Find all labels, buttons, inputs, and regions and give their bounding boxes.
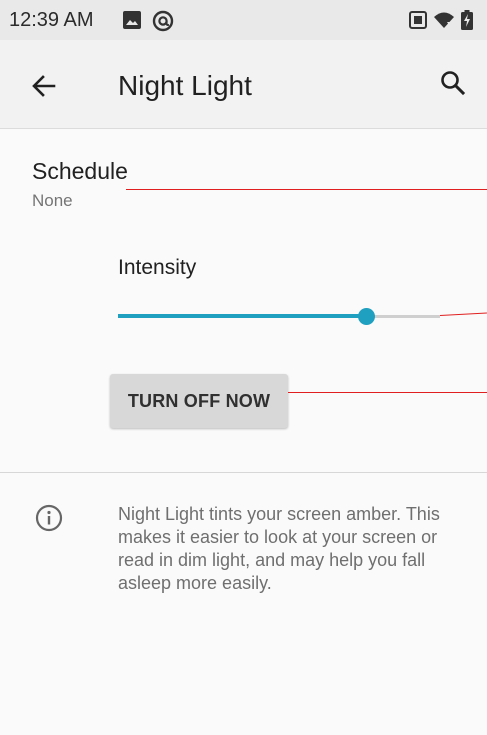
- divider: [0, 472, 487, 473]
- annotation-line: [126, 189, 487, 190]
- image-icon: [122, 10, 142, 35]
- page-title: Night Light: [118, 70, 252, 101]
- vibrate-icon: [408, 10, 428, 35]
- at-sign-icon: [152, 10, 174, 37]
- battery-charging-icon: [461, 10, 473, 35]
- status-bar: 12:39 AM: [0, 0, 487, 40]
- schedule-summary: None: [32, 191, 73, 210]
- intensity-slider[interactable]: [118, 303, 440, 329]
- slider-thumb[interactable]: [358, 308, 375, 325]
- annotation-line: [288, 392, 487, 393]
- arrow-back-icon[interactable]: [30, 72, 58, 100]
- wifi-icon: [433, 10, 455, 35]
- status-time: 12:39 AM: [9, 9, 94, 31]
- search-icon[interactable]: [438, 68, 468, 98]
- schedule-title: Schedule: [32, 158, 128, 184]
- turn-off-now-button[interactable]: TURN OFF NOW: [110, 374, 288, 428]
- slider-fill: [118, 314, 366, 318]
- footer-description: Night Light tints your screen amber. Thi…: [118, 504, 440, 593]
- schedule-setting[interactable]: Schedule None: [0, 128, 487, 228]
- app-bar: Night Light: [0, 40, 487, 129]
- annotation-line: [439, 312, 487, 316]
- info-icon: [35, 504, 63, 532]
- intensity-label: Intensity: [118, 256, 197, 279]
